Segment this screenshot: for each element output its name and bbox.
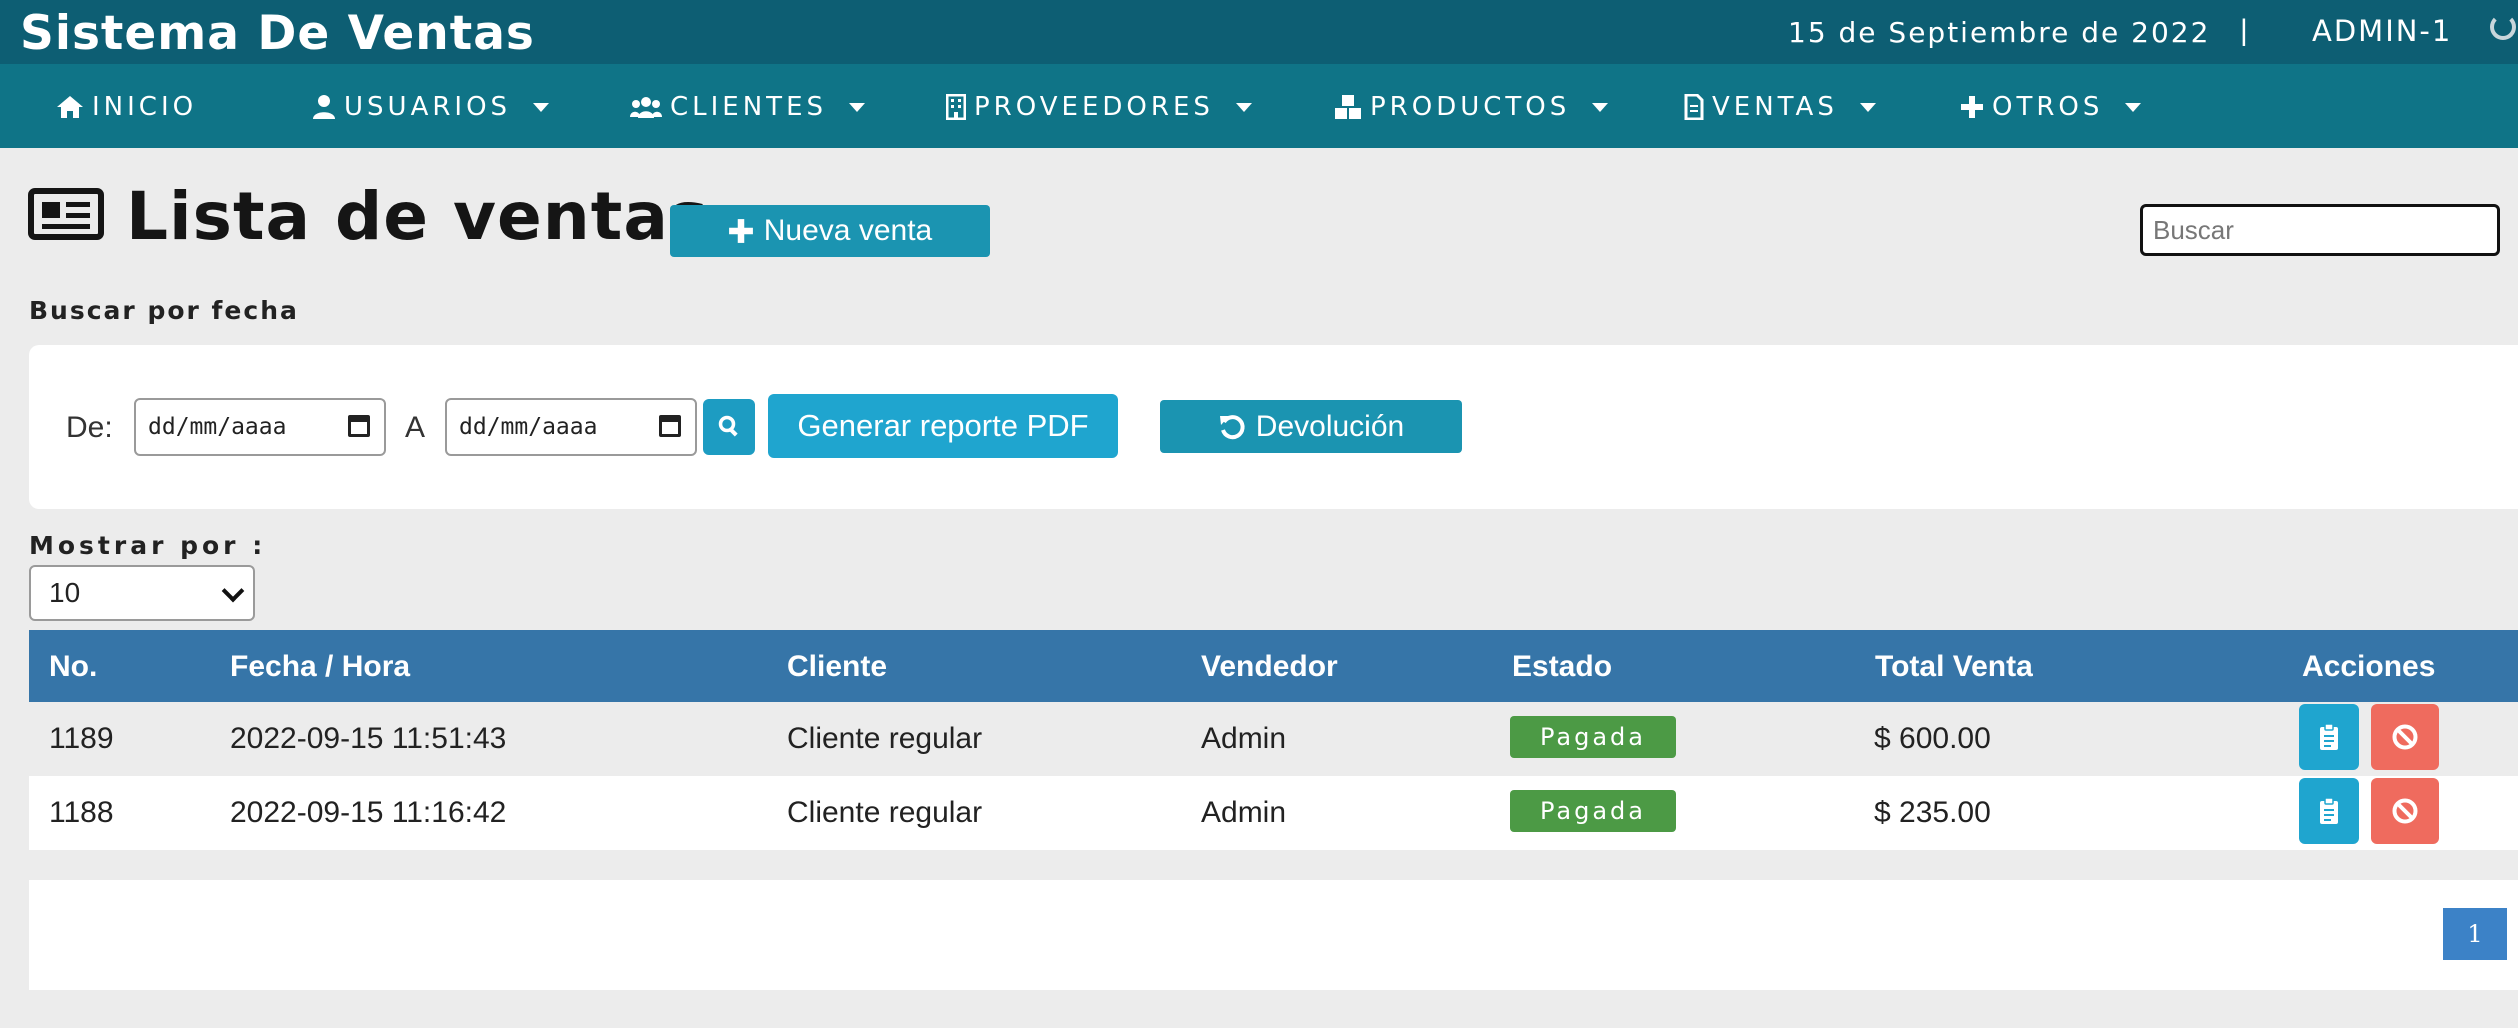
cell-total: $ 600.00 — [1874, 722, 1991, 755]
nav-item-otros[interactable]: OTROS — [1960, 90, 2142, 124]
cubes-icon — [1335, 95, 1361, 119]
column-header-seller[interactable]: Vendedor — [1201, 650, 1338, 684]
undo-icon — [1219, 414, 1245, 439]
header-separator: | — [2240, 14, 2248, 47]
search-input[interactable] — [2140, 204, 2500, 256]
nav-item-clientes[interactable]: CLIENTES — [630, 90, 865, 124]
from-date-input[interactable]: dd/mm/aaaa — [134, 398, 386, 456]
chevron-down-icon — [1592, 102, 1609, 112]
cell-client: Cliente regular — [787, 722, 983, 755]
nav-item-productos[interactable]: PRODUCTOS — [1334, 90, 1609, 124]
page-size-select[interactable]: 10 — [29, 565, 255, 621]
main-nav: INICIO USUARIOS CLIENTES PROVEEDORES PRO… — [0, 64, 2518, 148]
cancel-sale-button[interactable] — [2371, 778, 2439, 844]
status-badge: Pagada — [1510, 716, 1676, 758]
app-title: Sistema De Ventas — [20, 6, 535, 61]
nav-item-inicio[interactable]: INICIO — [56, 90, 197, 124]
cancel-sale-button[interactable] — [2371, 704, 2439, 770]
chevron-down-icon — [849, 102, 865, 112]
status-badge: Pagada — [1510, 790, 1676, 832]
chevron-down-icon — [1235, 102, 1252, 112]
column-header-no[interactable]: No. — [49, 650, 97, 684]
nav-item-label: PRODUCTOS — [1370, 92, 1571, 122]
cell-datetime: 2022-09-15 11:16:42 — [230, 796, 507, 829]
top-bar: Sistema De Ventas 15 de Septiembre de 20… — [0, 0, 2518, 64]
return-button[interactable]: Devolución — [1160, 400, 1462, 453]
cell-datetime: 2022-09-15 11:51:43 — [230, 722, 507, 755]
view-sale-button[interactable] — [2299, 704, 2359, 770]
return-label: Devolución — [1255, 409, 1405, 443]
from-date-value: dd/mm/aaaa — [148, 414, 287, 440]
page-size-value: 10 — [49, 577, 81, 608]
cell-total: $ 235.00 — [1874, 796, 1991, 829]
power-icon[interactable] — [2490, 14, 2516, 40]
home-icon — [57, 96, 83, 118]
ban-icon — [2392, 798, 2418, 824]
users-icon — [630, 97, 662, 118]
chevron-down-icon — [533, 102, 550, 112]
date-search-button[interactable] — [703, 399, 755, 455]
from-label: De: — [66, 411, 113, 444]
date-filter-heading: Buscar por fecha — [29, 296, 299, 325]
calendar-icon[interactable] — [348, 415, 370, 437]
search-icon — [718, 415, 738, 436]
user-name[interactable]: ADMIN-1 — [2312, 14, 2452, 48]
new-sale-button[interactable]: Nueva venta — [670, 205, 990, 257]
ban-icon — [2392, 724, 2418, 750]
clipboard-icon — [2320, 723, 2338, 750]
plus-icon — [728, 219, 753, 243]
newspaper-icon — [28, 188, 104, 240]
page-size-label: Mostrar por : — [29, 531, 267, 560]
nav-item-label: VENTAS — [1712, 92, 1838, 122]
column-header-datetime[interactable]: Fecha / Hora — [230, 650, 410, 684]
clipboard-icon — [2320, 797, 2338, 824]
column-header-status[interactable]: Estado — [1512, 650, 1612, 684]
nav-item-usuarios[interactable]: USUARIOS — [312, 90, 550, 124]
nav-item-label: CLIENTES — [670, 92, 827, 122]
nav-item-proveedores[interactable]: PROVEEDORES — [946, 90, 1252, 124]
nav-item-ventas[interactable]: VENTAS — [1684, 90, 1876, 124]
page-title: Lista de ventas — [126, 178, 710, 255]
nav-item-label: PROVEEDORES — [974, 92, 1214, 122]
chevron-down-icon — [221, 579, 245, 603]
chevron-down-icon — [1859, 102, 1876, 112]
cell-client: Cliente regular — [787, 796, 983, 829]
cell-no: 1189 — [49, 722, 114, 755]
user-icon — [313, 95, 335, 119]
table-row: 1189 2022-09-15 11:51:43 Cliente regular… — [29, 702, 2518, 776]
nav-item-label: INICIO — [92, 92, 198, 122]
to-date-value: dd/mm/aaaa — [459, 414, 598, 440]
to-date-input[interactable]: dd/mm/aaaa — [445, 398, 697, 456]
calendar-icon[interactable] — [659, 415, 681, 437]
cell-seller: Admin — [1201, 796, 1287, 829]
table-row: 1188 2022-09-15 11:16:42 Cliente regular… — [29, 776, 2518, 850]
nav-item-label: OTROS — [1992, 92, 2104, 122]
cell-seller: Admin — [1201, 722, 1287, 755]
nav-item-label: USUARIOS — [344, 92, 512, 122]
chevron-down-icon — [2125, 102, 2142, 112]
generate-pdf-button[interactable]: Generar reporte PDF — [768, 394, 1118, 458]
file-icon — [1684, 94, 1704, 120]
cell-no: 1188 — [49, 796, 114, 829]
column-header-actions: Acciones — [2302, 650, 2436, 683]
to-label: A — [405, 411, 426, 444]
pagination-panel — [29, 880, 2518, 990]
pagination-page-button[interactable]: 1 — [2443, 908, 2507, 960]
plus-icon — [1961, 96, 1983, 118]
column-header-client[interactable]: Cliente — [787, 650, 887, 684]
column-header-total[interactable]: Total Venta — [1875, 650, 2033, 684]
current-date: 15 de Septiembre de 2022 — [1788, 16, 2211, 49]
building-icon — [946, 94, 966, 120]
view-sale-button[interactable] — [2299, 778, 2359, 844]
table-header: No. Fecha / Hora Cliente Vendedor Estado… — [29, 630, 2518, 702]
new-sale-label: Nueva venta — [763, 214, 933, 247]
